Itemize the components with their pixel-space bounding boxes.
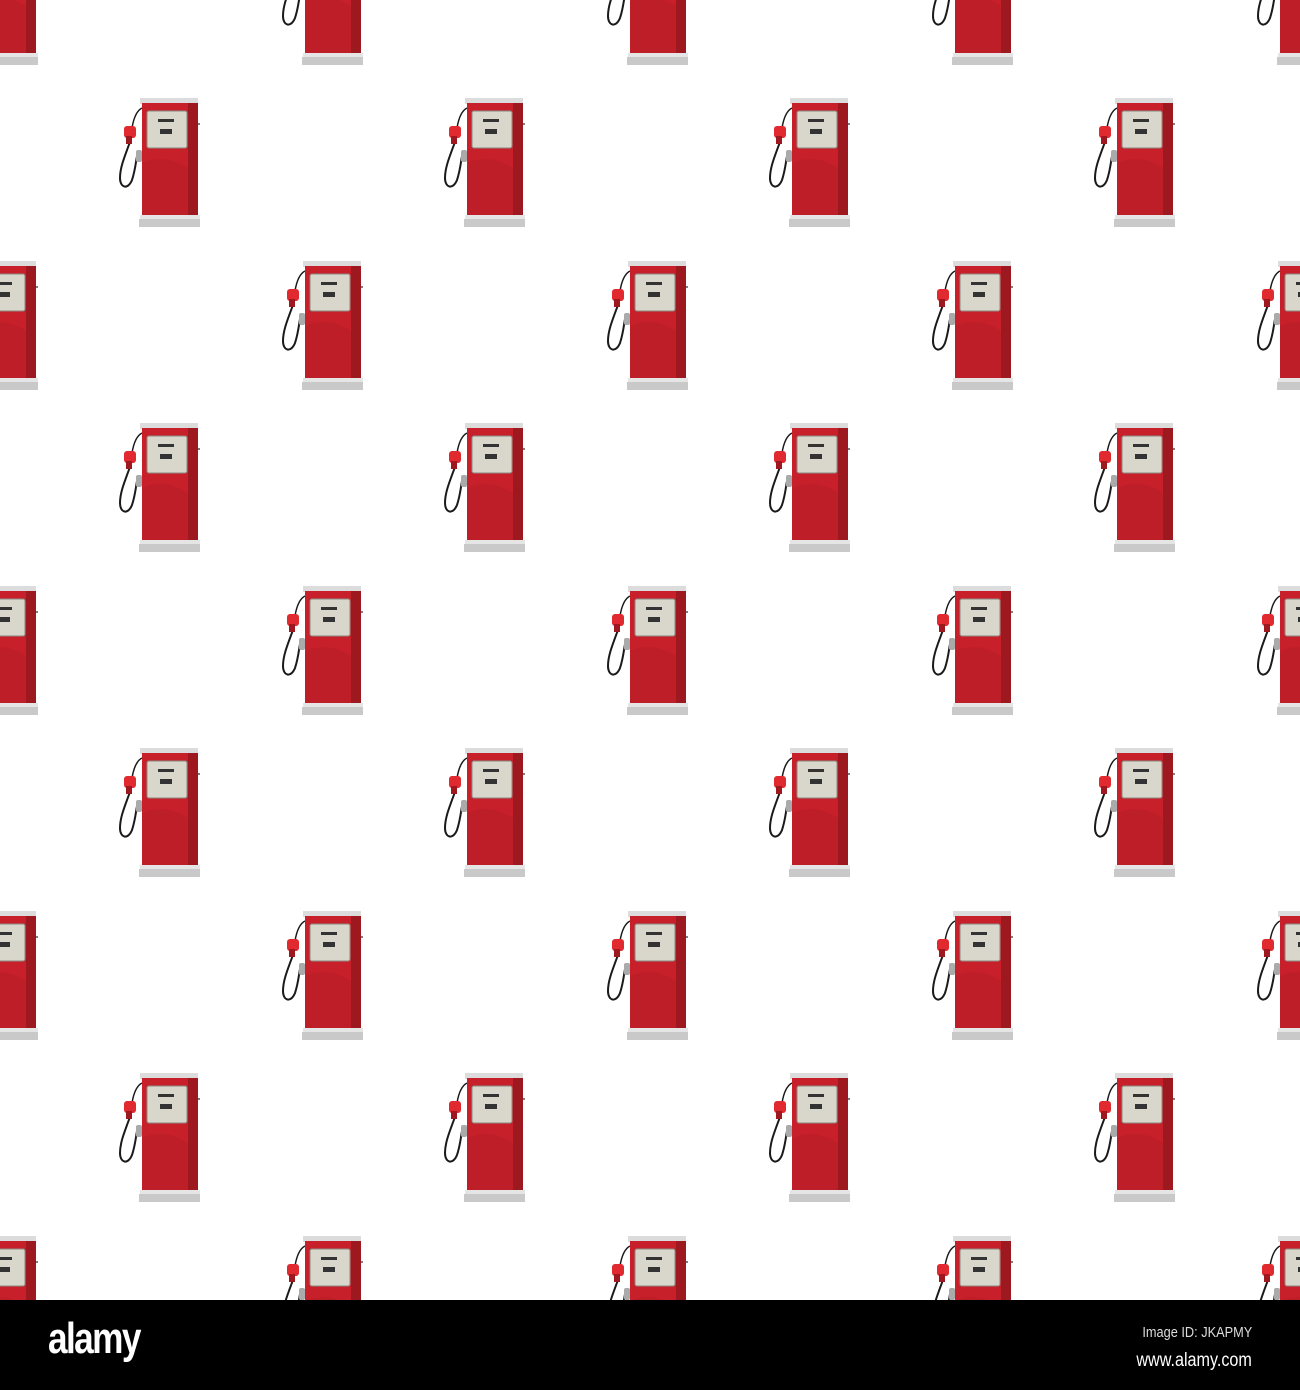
- gas-pump-icon: [110, 748, 204, 880]
- gas-pump-icon: [598, 260, 692, 393]
- gas-pump-icon: [0, 910, 42, 1043]
- gas-pump-icon: [0, 260, 42, 393]
- gas-pump-icon: [0, 585, 42, 718]
- gas-pump-icon: [923, 0, 1014, 68]
- gas-pump-icon: [435, 1073, 529, 1205]
- gas-pump-icon: [760, 1073, 854, 1205]
- gas-pump-icon: [598, 1235, 692, 1300]
- gas-pump-icon: [760, 423, 854, 555]
- gas-pump-icon: [598, 910, 692, 1043]
- gas-pump-icon: [273, 1235, 367, 1300]
- gas-pump-icon: [0, 1235, 42, 1300]
- gas-pump-icon: [110, 1073, 204, 1205]
- gas-pump-icon: [435, 423, 529, 555]
- gas-pump-icon: [923, 910, 1017, 1043]
- gas-pump-icon: [435, 748, 529, 880]
- gas-pump-icon: [110, 98, 204, 230]
- gas-pump-icon: [923, 1235, 1017, 1300]
- gas-pump-icon: [273, 585, 367, 718]
- site-url: www.alamy.com: [1136, 1350, 1252, 1371]
- gas-pump-icon: [760, 748, 854, 880]
- gas-pump-icon: [923, 260, 1017, 393]
- gas-pump-icon: [760, 98, 854, 230]
- watermark-bar: alamy Image ID: JKAPMY www.alamy.com: [0, 1300, 1300, 1390]
- gas-pump-icon: [0, 0, 39, 68]
- gas-pump-icon: [1085, 1073, 1179, 1205]
- pump-pattern: [0, 0, 1300, 1300]
- gas-pump-icon: [1248, 0, 1300, 68]
- gas-pump-icon: [598, 585, 692, 718]
- gas-pump-icon: [435, 98, 529, 230]
- gas-pump-icon: [273, 260, 367, 393]
- gas-pump-icon: [273, 910, 367, 1043]
- gas-pump-icon: [1248, 585, 1300, 718]
- gas-pump-icon: [923, 585, 1017, 718]
- gas-pump-icon: [1248, 260, 1300, 393]
- gas-pump-icon: [1085, 98, 1179, 230]
- gas-pump-icon: [1085, 748, 1179, 880]
- image-id: Image ID: JKAPMY: [1142, 1324, 1252, 1341]
- gas-pump-icon: [1248, 910, 1300, 1043]
- gas-pump-icon: [1085, 423, 1179, 555]
- gas-pump-icon: [110, 423, 204, 555]
- gas-pump-icon: [273, 0, 364, 68]
- gas-pump-icon: [598, 0, 689, 68]
- alamy-logo: alamy: [48, 1314, 141, 1363]
- gas-pump-icon: [1248, 1235, 1300, 1300]
